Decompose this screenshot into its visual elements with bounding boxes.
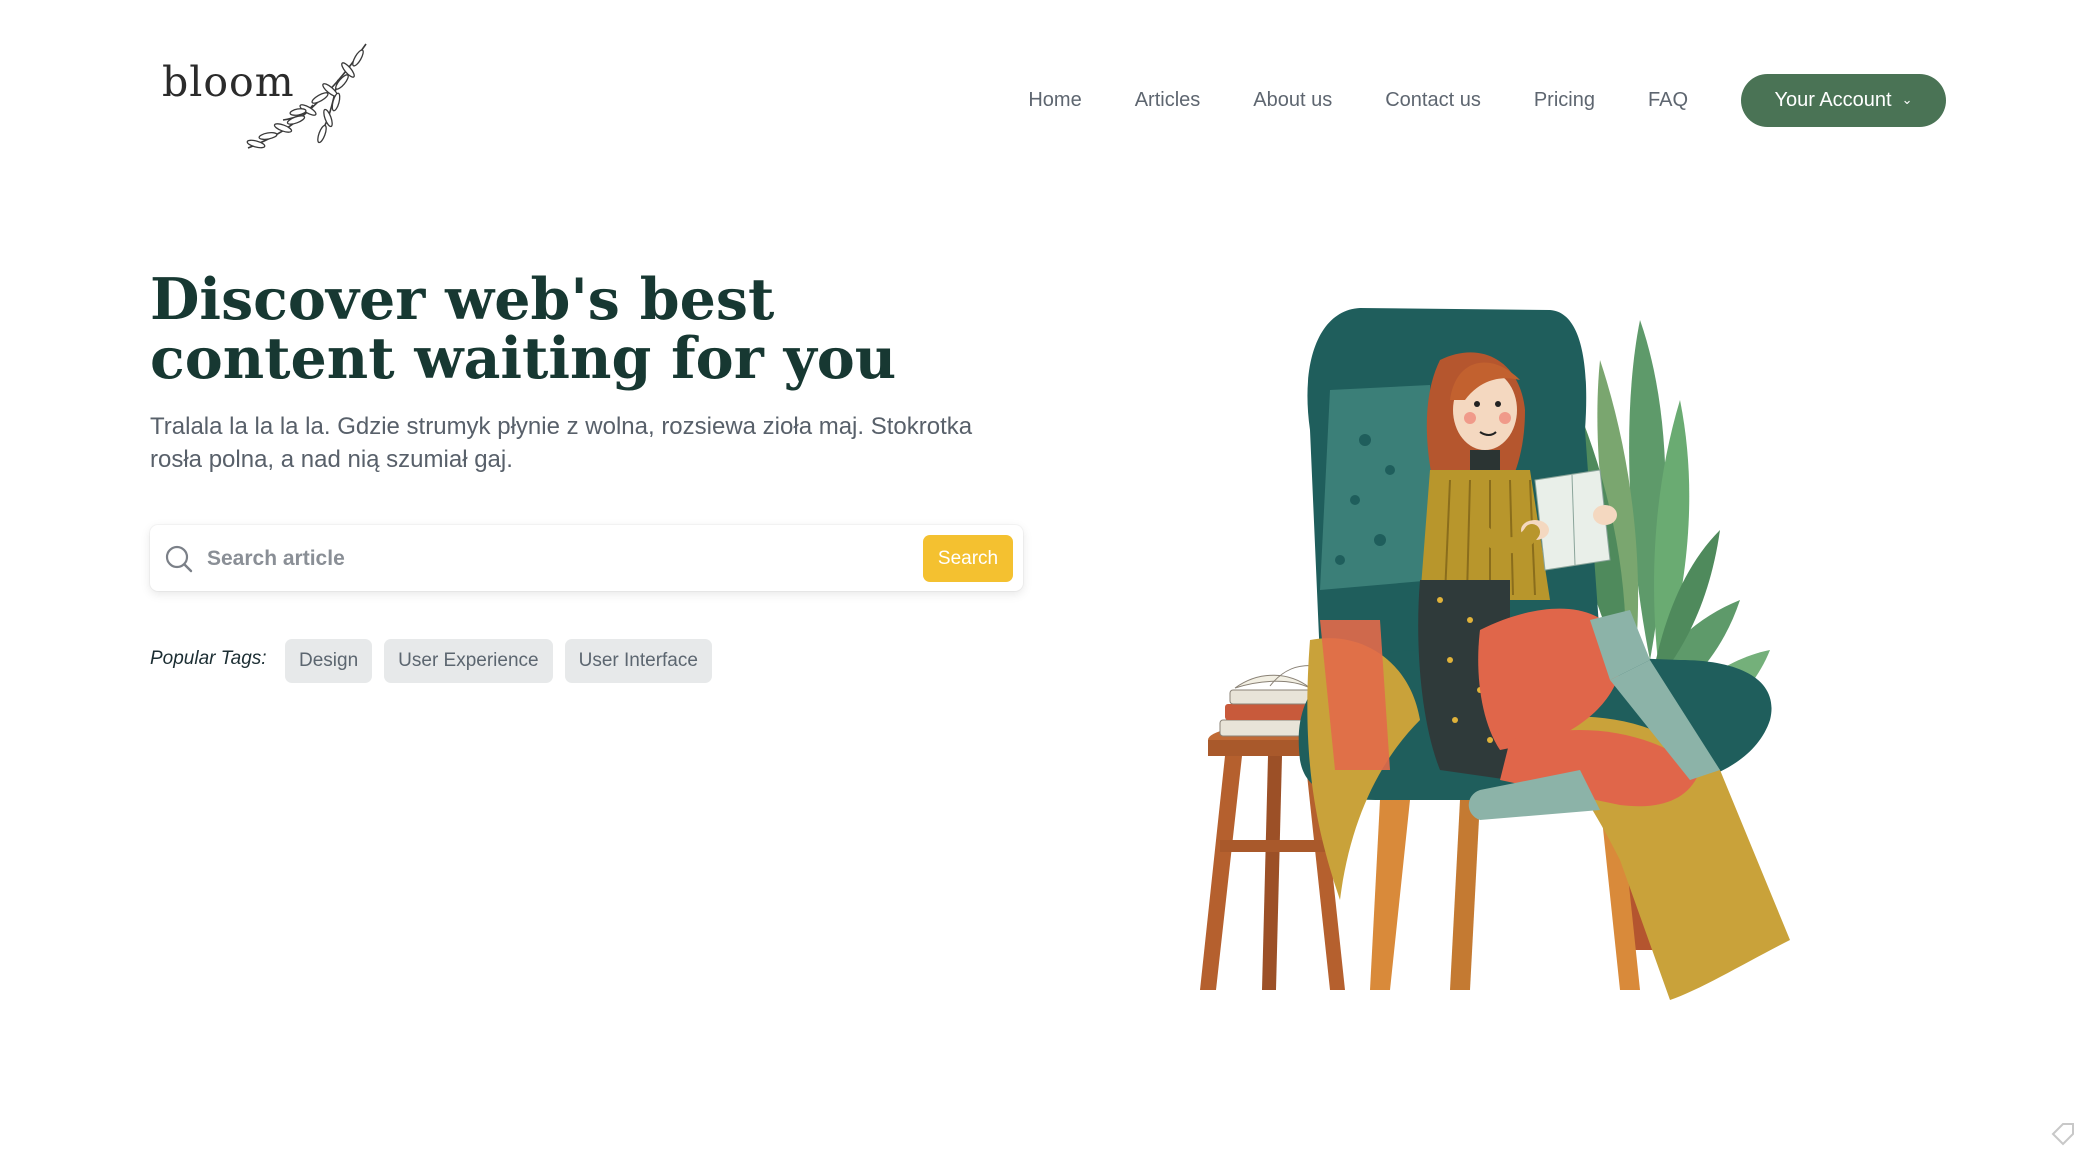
top-nav: Home Articles About us Contact us Pricin… — [1028, 74, 1946, 127]
nav-faq[interactable]: FAQ — [1648, 89, 1688, 112]
search-icon — [165, 545, 193, 573]
tag-corner-icon — [2051, 1123, 2074, 1146]
tag-user-interface[interactable]: User Interface — [564, 639, 712, 683]
tag-user-experience[interactable]: User Experience — [384, 639, 553, 683]
woman-reading-illustration — [1200, 308, 1790, 1000]
hero-title: Discover web's best content waiting for … — [150, 270, 1050, 388]
search-button[interactable]: Search — [923, 535, 1013, 582]
tag-design[interactable]: Design — [285, 639, 373, 683]
olive-branch-icon — [246, 43, 367, 149]
nav-about-us[interactable]: About us — [1253, 89, 1332, 112]
hero-subtitle: Tralala la la la la. Gdzie strumyk płyni… — [150, 413, 973, 473]
chevron-down-icon: ⌄ — [1901, 91, 1913, 107]
popular-tags: Design User Experience User Interface — [285, 639, 724, 683]
nav-contact-us[interactable]: Contact us — [1385, 89, 1481, 112]
popular-tags-label: Popular Tags: — [150, 648, 267, 669]
your-account-button[interactable]: Your Account ⌄ — [1741, 74, 1946, 127]
nav-home[interactable]: Home — [1028, 89, 1081, 112]
search-input[interactable] — [205, 539, 859, 579]
nav-pricing[interactable]: Pricing — [1534, 89, 1595, 112]
hero-title-line-1: Discover web's best — [150, 266, 775, 333]
your-account-label: Your Account — [1774, 89, 1892, 111]
nav-articles[interactable]: Articles — [1135, 89, 1201, 112]
hero-title-line-2: content waiting for you — [150, 325, 897, 392]
search-box: Search — [150, 525, 1023, 591]
logo[interactable]: bloom — [150, 40, 380, 160]
